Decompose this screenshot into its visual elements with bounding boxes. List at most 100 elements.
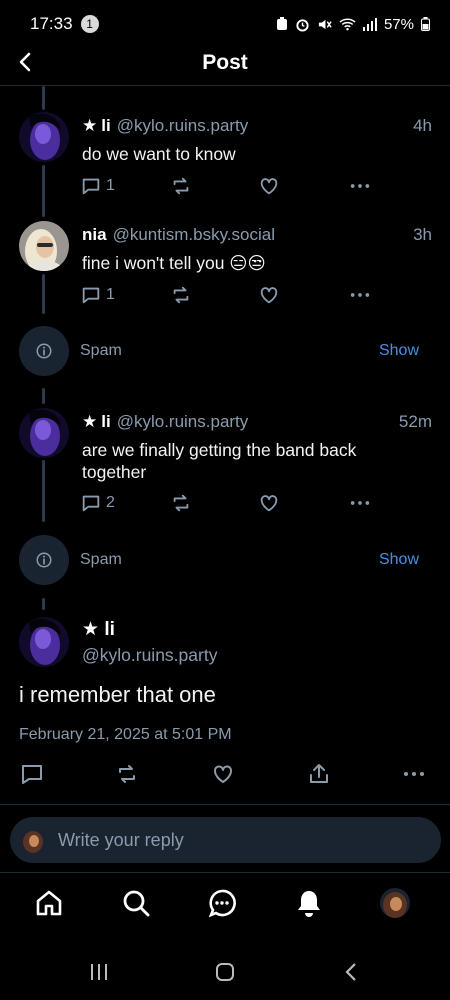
reply-icon (82, 178, 100, 195)
profile-avatar[interactable] (380, 888, 410, 918)
like-button[interactable] (258, 492, 280, 514)
post-actions: 2 (80, 492, 380, 516)
share-icon[interactable] (307, 762, 331, 786)
info-badge (19, 535, 69, 585)
main-post-avatar[interactable] (19, 617, 69, 667)
post-time[interactable]: 3h (413, 225, 432, 245)
post-time[interactable]: 4h (413, 116, 432, 136)
hidden-spam-post: Spam Show (0, 535, 450, 585)
author-name[interactable]: li (101, 116, 110, 136)
thread-line (42, 165, 45, 217)
wifi-icon (339, 18, 356, 31)
main-author-handle[interactable]: @kylo.ruins.party (82, 645, 217, 666)
back-nav-icon[interactable] (342, 962, 362, 982)
thread-line (42, 388, 45, 404)
avatar[interactable] (19, 408, 69, 458)
post-text: fine i won't tell you 😑😒 (82, 253, 266, 273)
repost-icon (173, 286, 189, 304)
author-name[interactable]: li (101, 412, 110, 432)
like-icon (260, 495, 278, 512)
more-icon (350, 293, 370, 297)
post-meta: nia @kuntism.bsky.social 3h (82, 225, 432, 245)
avatar[interactable] (19, 112, 69, 162)
more-icon (350, 501, 370, 505)
repost-icon (173, 177, 189, 195)
spam-label: Spam (80, 342, 122, 359)
reply-count: 2 (106, 494, 115, 511)
page-title: Post (202, 50, 248, 74)
more-button[interactable] (348, 492, 372, 514)
more-icon[interactable] (402, 762, 426, 786)
reply-button[interactable]: 1 (80, 175, 115, 197)
mute-icon (318, 19, 332, 29)
thread-line (42, 598, 45, 610)
my-avatar (20, 827, 46, 853)
system-nav (0, 942, 450, 1000)
post-actions: 1 (80, 175, 380, 199)
home-icon[interactable] (34, 888, 64, 918)
chat-icon[interactable] (207, 888, 237, 918)
info-icon (36, 343, 52, 359)
status-icons: 57% (276, 16, 430, 33)
like-icon (260, 287, 278, 304)
show-spam-button[interactable]: Show (379, 342, 419, 360)
reply-icon[interactable] (20, 762, 44, 786)
star-badge: ★ (82, 116, 98, 135)
search-icon[interactable] (121, 888, 151, 918)
author-handle[interactable]: @kylo.ruins.party (117, 412, 249, 432)
star-badge: ★ (82, 619, 100, 640)
author-name[interactable]: nia (82, 225, 107, 245)
signal-icon (362, 17, 377, 31)
reply-input[interactable]: Write your reply (10, 817, 441, 863)
like-button[interactable] (258, 175, 280, 197)
like-button[interactable] (258, 284, 280, 306)
post-text: do we want to know (82, 144, 236, 164)
battery-saver-icon (276, 17, 287, 30)
recent-apps-icon[interactable] (89, 962, 109, 982)
post-actions: 1 (80, 284, 380, 308)
like-icon[interactable] (211, 762, 235, 786)
thread-line (42, 274, 45, 314)
back-icon[interactable] (14, 50, 38, 74)
author-handle[interactable]: @kuntism.bsky.social (113, 225, 275, 245)
repost-button[interactable] (170, 492, 192, 514)
main-author-name[interactable]: ★ li (82, 618, 115, 641)
repost-icon (173, 494, 189, 512)
reply-count: 1 (106, 177, 115, 194)
main-post-actions (0, 760, 450, 790)
info-badge (19, 326, 69, 376)
avatar[interactable] (19, 221, 69, 271)
battery-percent: 57% (383, 15, 414, 33)
star-badge: ★ (82, 412, 98, 431)
post-meta: ★ li @kylo.ruins.party 52m (82, 412, 432, 432)
show-spam-button[interactable]: Show (379, 551, 419, 569)
more-button[interactable] (348, 175, 372, 197)
reply-button[interactable]: 1 (80, 284, 115, 306)
reply-button[interactable]: 2 (80, 492, 115, 514)
post-time[interactable]: 52m (399, 412, 432, 432)
main-post-text: i remember that one (19, 682, 216, 707)
author-handle[interactable]: @kylo.ruins.party (117, 116, 249, 136)
home-button-icon[interactable] (215, 962, 235, 982)
hidden-spam-post: Spam Show (0, 326, 450, 376)
reply-icon (82, 287, 100, 304)
page-header: Post (0, 40, 450, 86)
more-button[interactable] (348, 284, 372, 306)
reply-icon (82, 495, 100, 512)
bell-icon[interactable] (294, 888, 324, 918)
post-meta: ★ li @kylo.ruins.party 4h (82, 116, 432, 136)
thread-line (42, 460, 45, 522)
main-post-date: February 21, 2025 at 5:01 PM (19, 726, 232, 743)
spam-label: Spam (80, 551, 122, 568)
repost-icon[interactable] (115, 762, 139, 786)
info-icon (36, 552, 52, 568)
notification-count-badge: 1 (80, 15, 99, 33)
repost-button[interactable] (170, 175, 192, 197)
like-icon (260, 178, 278, 195)
repost-button[interactable] (170, 284, 192, 306)
divider (0, 804, 450, 805)
reply-count: 1 (106, 286, 115, 303)
thread-line (42, 86, 45, 110)
alarm-icon (296, 18, 309, 32)
bottom-nav (0, 872, 450, 942)
